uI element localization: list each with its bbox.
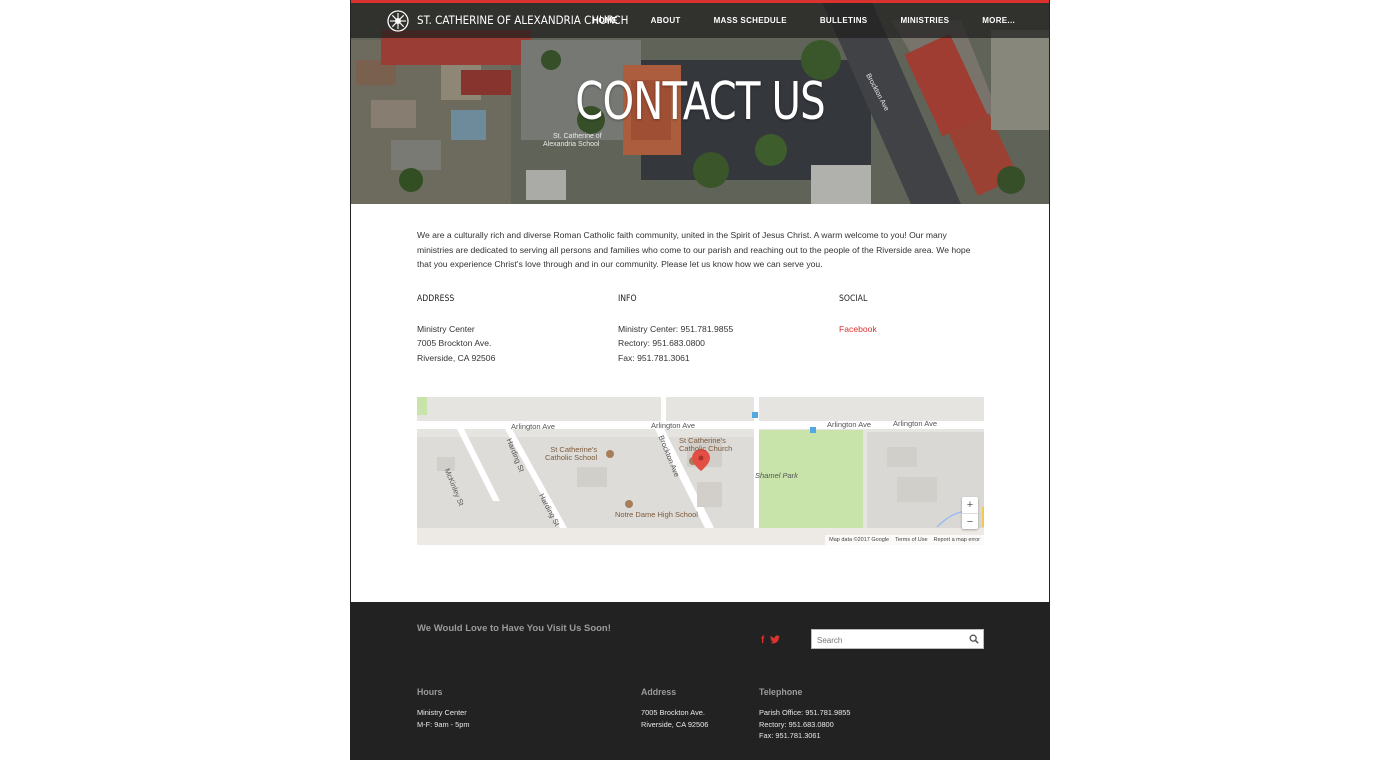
nav-ministries[interactable]: MINISTRIES bbox=[867, 16, 949, 25]
zoom-in-button[interactable]: + bbox=[962, 497, 978, 513]
info-line: Rectory: 951.683.0800 bbox=[618, 338, 705, 349]
footer-telephone-line: Rectory: 951.683.0800 bbox=[759, 719, 834, 729]
footer-telephone-heading: Telephone bbox=[759, 687, 803, 697]
zoom-out-button[interactable]: − bbox=[962, 513, 978, 529]
map-data-credit: Map data ©2017 Google bbox=[829, 537, 890, 543]
info-line: Ministry Center: 951.781.9855 bbox=[618, 324, 734, 334]
intro-paragraph: We are a culturally rich and diverse Rom… bbox=[417, 230, 971, 269]
page-frame: St. Catherine of Alexandria School Brock… bbox=[350, 0, 1050, 760]
zoom-controls: + − bbox=[962, 497, 978, 529]
main-nav: HOME ABOUT MASS SCHEDULE BULLETINS MINIS… bbox=[592, 16, 1015, 25]
footer-tagline: We Would Love to Have You Visit Us Soon! bbox=[417, 623, 611, 634]
facebook-link[interactable]: Facebook bbox=[839, 322, 877, 336]
street-label: Arlington Ave bbox=[511, 422, 556, 431]
terms-of-use-link[interactable]: Terms of Use bbox=[895, 535, 927, 545]
footer-address-block: 7005 Brockton Ave. Riverside, CA 92506 bbox=[641, 707, 708, 730]
nav-mass-schedule[interactable]: MASS SCHEDULE bbox=[681, 16, 787, 25]
poi-church-label[interactable]: St Catherine's Catholic Church bbox=[679, 437, 732, 453]
navbar: ST. CATHERINE OF ALEXANDRIA CHURCH HOME … bbox=[351, 3, 1049, 38]
search-icon[interactable] bbox=[969, 634, 979, 644]
page-title: CONTACT US bbox=[575, 72, 825, 132]
info-heading: INFO bbox=[618, 294, 637, 304]
footer-address-heading: Address bbox=[641, 687, 677, 697]
footer-telephone-line: Parish Office: 951.781.9855 bbox=[759, 708, 851, 717]
footer-telephone-line: Fax: 951.781.3061 bbox=[759, 731, 821, 740]
twitter-icon[interactable] bbox=[770, 635, 781, 644]
hero-map-school-label: St. Catherine of Alexandria School bbox=[543, 133, 604, 148]
footer-hours-heading: Hours bbox=[417, 687, 443, 697]
search-input[interactable] bbox=[812, 631, 962, 650]
footer-social-icons: f bbox=[761, 635, 781, 646]
church-logo-icon[interactable] bbox=[387, 10, 409, 32]
nav-about[interactable]: ABOUT bbox=[618, 16, 681, 25]
street-label: Arlington Ave bbox=[827, 420, 872, 429]
address-line: 7005 Brockton Ave. bbox=[417, 338, 492, 349]
hero-banner: St. Catherine of Alexandria School Brock… bbox=[351, 0, 1049, 204]
info-block: Ministry Center: 951.781.9855 Rectory: 9… bbox=[618, 322, 733, 365]
footer-search bbox=[811, 629, 984, 650]
poi-park-label[interactable]: Shamel Park bbox=[755, 471, 798, 480]
facebook-icon[interactable]: f bbox=[761, 635, 764, 646]
footer-address-line: 7005 Brockton Ave. bbox=[641, 708, 705, 717]
poi-notre-dame-label[interactable]: Notre Dame High School bbox=[615, 511, 698, 519]
social-block: Facebook bbox=[839, 322, 877, 336]
footer-hours-line: M-F: 9am - 5pm bbox=[417, 719, 470, 729]
nav-bulletins[interactable]: BULLETINS bbox=[787, 16, 868, 25]
footer-address-line: Riverside, CA 92506 bbox=[641, 719, 709, 729]
nav-more[interactable]: MORE... bbox=[949, 16, 1015, 25]
address-block: Ministry Center 7005 Brockton Ave. River… bbox=[417, 322, 495, 365]
street-label: Arlington Ave bbox=[651, 421, 696, 430]
street-label: Arlington Ave bbox=[893, 419, 938, 428]
footer-telephone-block: Parish Office: 951.781.9855 Rectory: 951… bbox=[759, 707, 851, 742]
social-heading: SOCIAL bbox=[839, 294, 868, 304]
top-accent-bar bbox=[351, 0, 1049, 3]
report-map-error-link[interactable]: Report a map error bbox=[934, 535, 980, 545]
poi-school-label[interactable]: St Catherine's Catholic School bbox=[545, 446, 597, 462]
nav-home[interactable]: HOME bbox=[592, 16, 617, 25]
address-line: Ministry Center bbox=[417, 324, 475, 334]
footer-hours-block: Ministry Center M-F: 9am - 5pm bbox=[417, 707, 470, 730]
footer-hours-line: Ministry Center bbox=[417, 708, 467, 717]
footer: We Would Love to Have You Visit Us Soon!… bbox=[351, 602, 1049, 759]
address-heading: ADDRESS bbox=[417, 294, 455, 304]
address-line: Riverside, CA 92506 bbox=[417, 352, 496, 363]
google-map[interactable]: Arlington Ave Arlington Ave Arlington Av… bbox=[417, 397, 984, 545]
info-line: Fax: 951.781.3061 bbox=[618, 352, 690, 363]
map-attribution: Map data ©2017 Google Terms of Use Repor… bbox=[825, 535, 984, 545]
